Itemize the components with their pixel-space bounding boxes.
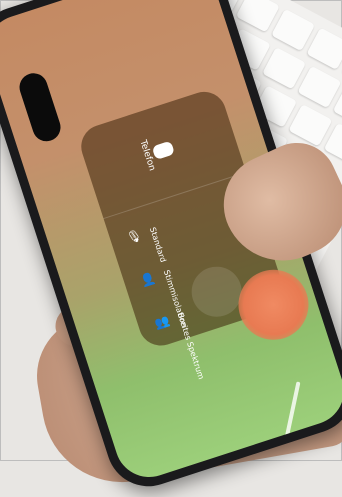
mic-icon xyxy=(151,140,175,161)
panel-title-group: Telefon xyxy=(137,132,177,172)
home-indicator xyxy=(284,381,301,441)
dynamic-island xyxy=(15,69,65,145)
person-wave-icon: 👤 xyxy=(138,270,158,289)
mic-icon: 🎙 xyxy=(124,227,144,246)
people-wave-icon: 👥 xyxy=(152,313,172,332)
option-label: Breites Spektrum xyxy=(175,311,206,381)
